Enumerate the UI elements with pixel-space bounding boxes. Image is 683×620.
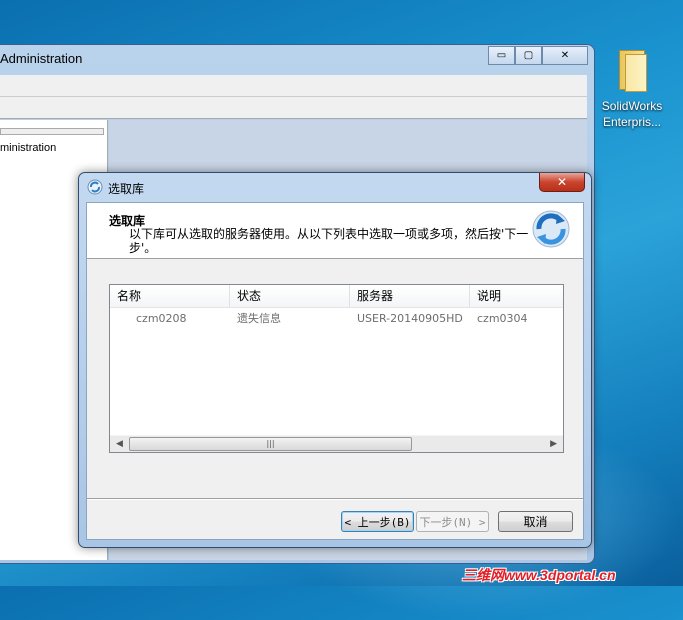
list-item[interactable]: czm0208 遗失信息 USER-20140905HD czm0304 — [110, 309, 563, 328]
maximize-button[interactable]: ▢ — [515, 46, 542, 65]
cell-server: USER-20140905HD — [357, 312, 463, 325]
dialog-close-button[interactable]: ✕ — [539, 173, 585, 192]
horizontal-scrollbar[interactable]: ◀ ||| ▶ — [110, 435, 563, 452]
toolbar[interactable] — [0, 97, 587, 119]
scroll-left-icon[interactable]: ◀ — [116, 439, 123, 449]
refresh-icon — [87, 179, 103, 195]
column-header-status[interactable]: 状态 — [230, 285, 350, 308]
list-header: 名称 状态 服务器 说明 — [110, 285, 563, 308]
background-window-title: Administration — [0, 51, 83, 66]
tree-panel-header — [0, 128, 104, 135]
dialog-title: 选取库 — [108, 182, 145, 196]
desktop-icon-label-line2: Enterpris... — [602, 115, 662, 129]
dialog-title-bar[interactable]: 选取库 ✕ — [79, 173, 591, 201]
wizard-header: 选取库 以下库可从选取的服务器使用。从以下列表中选取一项或多项，然后按'下一步'… — [87, 203, 583, 259]
cell-name: czm0208 — [136, 312, 187, 325]
desktop-icon-solidworks-enterprise[interactable]: SolidWorks Enterpris... — [596, 48, 668, 130]
close-button[interactable]: ✕ — [542, 46, 588, 65]
minimize-button[interactable]: ▭ — [488, 46, 515, 65]
cancel-button[interactable]: 取消 — [498, 511, 573, 532]
select-library-dialog: 选取库 ✕ 选取库 以下库可从选取的服务器使用。从以下列表中选取一项或多项，然后… — [78, 172, 592, 548]
cell-status: 遗失信息 — [237, 312, 281, 325]
column-header-server[interactable]: 服务器 — [350, 285, 470, 308]
tree-item-administration[interactable]: ministration — [0, 142, 56, 154]
scrollbar-thumb[interactable]: ||| — [129, 437, 412, 451]
dialog-body: 选取库 以下库可从选取的服务器使用。从以下列表中选取一项或多项，然后按'下一步'… — [86, 202, 584, 540]
next-button[interactable]: 下一步(N) > — [416, 511, 489, 532]
column-header-name[interactable]: 名称 — [110, 285, 230, 308]
wizard-description: 以下库可从选取的服务器使用。从以下列表中选取一项或多项，然后按'下一步'。 — [129, 227, 529, 255]
back-button[interactable]: < 上一步(B) — [341, 511, 414, 532]
sync-icon — [532, 210, 570, 248]
library-list[interactable]: 名称 状态 服务器 说明 czm0208 遗失信息 USER-20140905H… — [109, 284, 564, 453]
folder-icon — [615, 48, 649, 92]
footer-divider — [87, 498, 583, 500]
desktop-icon-label-line1: SolidWorks — [601, 99, 663, 113]
cell-description: czm0304 — [477, 312, 528, 325]
scroll-right-icon[interactable]: ▶ — [550, 439, 557, 449]
watermark: 三维网www.3dportal.cn — [462, 567, 616, 583]
window-controls: ▭ ▢ ✕ — [488, 46, 588, 65]
column-header-description[interactable]: 说明 — [470, 285, 563, 308]
menu-bar[interactable] — [0, 75, 587, 97]
